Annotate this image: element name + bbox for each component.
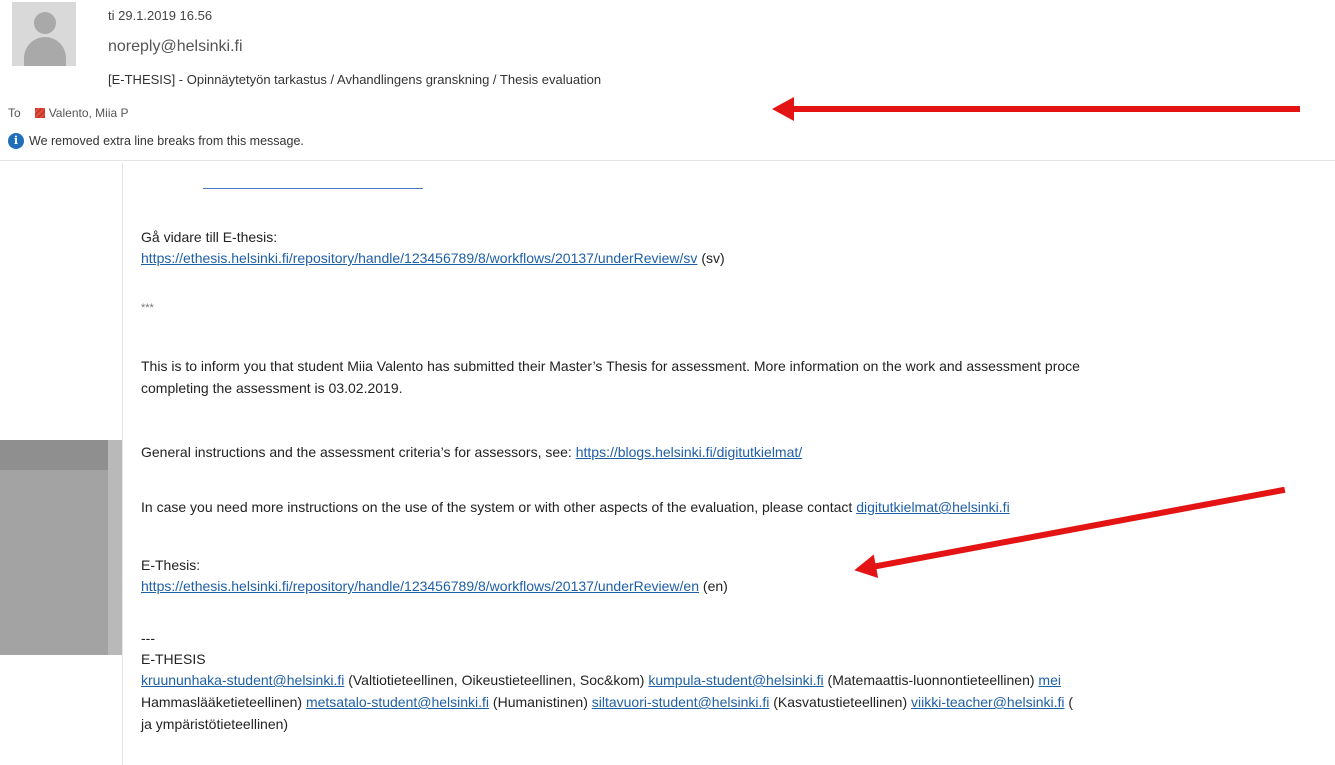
signature-title: E-THESIS <box>141 651 206 667</box>
en-intro: E-Thesis: <box>141 557 201 573</box>
sv-link-row: https://ethesis.helsinki.fi/repository/h… <box>141 250 725 266</box>
sig-desc: (Valtiotieteellinen, Oikeustieteellinen,… <box>344 672 649 688</box>
background-window-edge <box>0 440 122 655</box>
sender-address[interactable]: noreply@helsinki.fi <box>108 38 243 56</box>
body-rule <box>203 188 423 189</box>
message-header: ti 29.1.2019 16.56 noreply@helsinki.fi [… <box>0 0 1335 165</box>
blog-link[interactable]: https://blogs.helsinki.fi/digitutkielmat… <box>576 444 802 460</box>
dashes: --- <box>141 630 155 646</box>
recipient-row: To Valento, Miia P <box>8 106 129 120</box>
sig-desc: ( <box>1064 694 1074 710</box>
sig-email-kruununhaka[interactable]: kruununhaka-student@helsinki.fi <box>141 672 344 688</box>
en-suffix: (en) <box>699 578 728 594</box>
sig-email-metsatalo[interactable]: metsatalo-student@helsinki.fi <box>306 694 489 710</box>
general-instructions: General instructions and the assessment … <box>141 444 802 460</box>
separator-stars: *** <box>141 302 154 314</box>
en-link[interactable]: https://ethesis.helsinki.fi/repository/h… <box>141 578 699 594</box>
sig-desc: (Humanistinen) <box>489 694 592 710</box>
sig-email-siltavuori[interactable]: siltavuori-student@helsinki.fi <box>592 694 770 710</box>
sv-suffix: (sv) <box>697 250 725 266</box>
contact-icon <box>34 108 45 118</box>
signature-line-3: ja ympäristötieteellinen) <box>141 716 289 732</box>
sig-email-kumpula[interactable]: kumpula-student@helsinki.fi <box>648 672 823 688</box>
inform-line-1: This is to inform you that student Miia … <box>141 358 1080 374</box>
message-body: Gå vidare till E-thesis: https://ethesis… <box>122 163 1335 765</box>
en-link-row: https://ethesis.helsinki.fi/repository/h… <box>141 578 728 594</box>
sig-email-viikki[interactable]: viikki-teacher@helsinki.fi <box>911 694 1064 710</box>
contact-email-link[interactable]: digitutkielmat@helsinki.fi <box>856 499 1010 515</box>
message-subject: [E-THESIS] - Opinnäytetyön tarkastus / A… <box>108 72 602 87</box>
message-date: ti 29.1.2019 16.56 <box>108 8 213 23</box>
annotation-arrow-subject <box>772 97 1300 121</box>
info-icon[interactable]: i <box>8 133 24 149</box>
person-avatar-icon[interactable] <box>12 2 76 66</box>
info-notice: i We removed extra line breaks from this… <box>8 133 304 149</box>
inform-line-2: completing the assessment is 03.02.2019. <box>141 380 403 396</box>
recipient-name[interactable]: Valento, Miia P <box>49 106 129 120</box>
sig-desc: (Matemaattis-luonnontieteellinen) <box>823 672 1039 688</box>
sig-desc: (Kasvatustieteellinen) <box>769 694 912 710</box>
signature-line-2: Hammaslääketieteellinen) metsatalo-stude… <box>141 694 1073 710</box>
signature-line-1: kruununhaka-student@helsinki.fi (Valtiot… <box>141 672 1061 688</box>
info-notice-text: We removed extra line breaks from this m… <box>29 134 304 148</box>
sig-desc: Hammaslääketieteellinen) <box>141 694 306 710</box>
sig-email-meilahti[interactable]: mei <box>1038 672 1061 688</box>
header-divider <box>0 160 1335 161</box>
general-prefix: General instructions and the assessment … <box>141 444 576 460</box>
contact-line: In case you need more instructions on th… <box>141 499 1010 515</box>
contact-prefix: In case you need more instructions on th… <box>141 499 857 515</box>
sv-link[interactable]: https://ethesis.helsinki.fi/repository/h… <box>141 250 697 266</box>
to-label: To <box>8 106 21 120</box>
sv-intro: Gå vidare till E-thesis: <box>141 229 278 245</box>
